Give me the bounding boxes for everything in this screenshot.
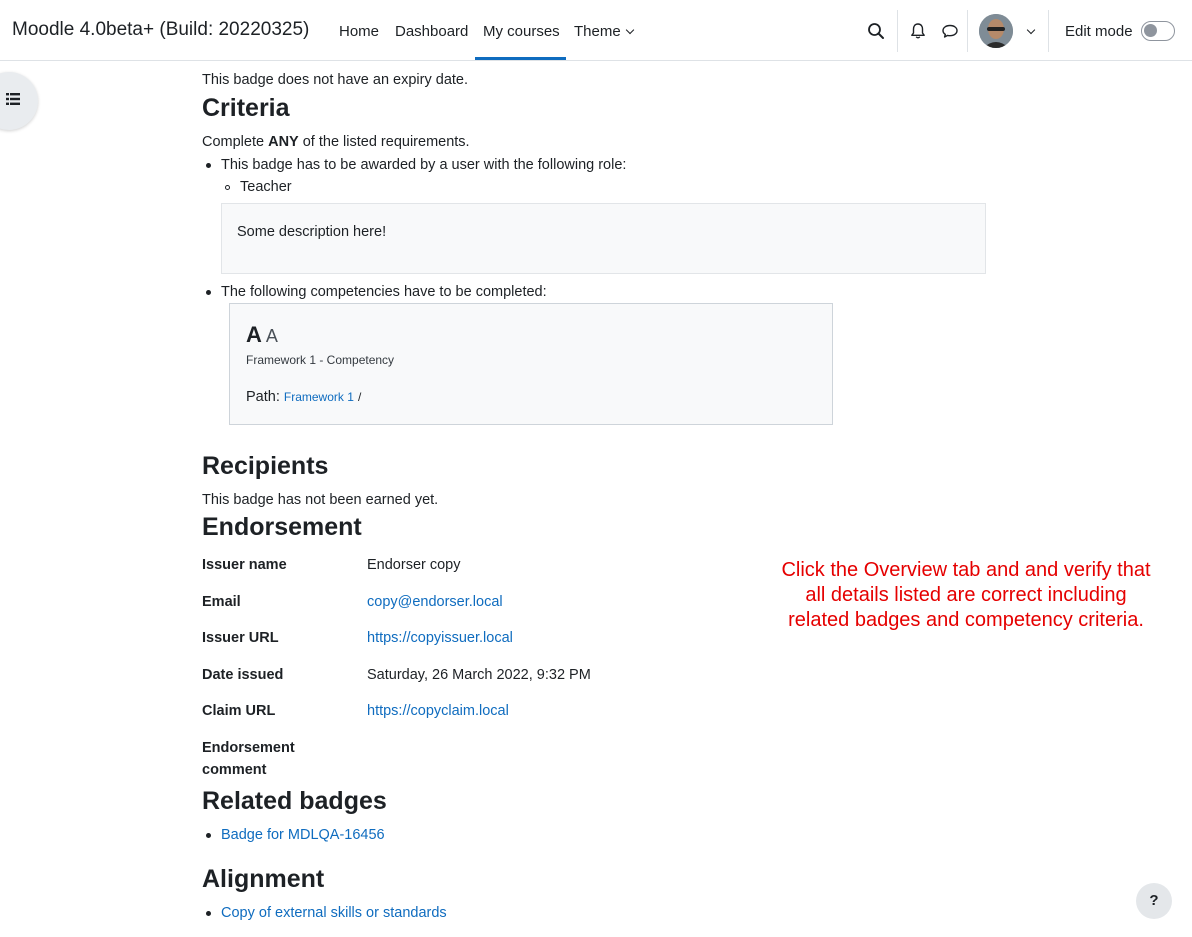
navbar-divider [967, 10, 968, 52]
nav-theme-label: Theme [574, 23, 621, 40]
nav-my-courses[interactable]: My courses [483, 23, 560, 40]
criteria-intro-suffix: of the listed requirements. [298, 134, 470, 150]
recipients-text: This badge has not been earned yet. [202, 492, 439, 508]
edit-mode-toggle[interactable] [1141, 21, 1175, 41]
edit-mode-label: Edit mode [1065, 23, 1133, 40]
annotation-line: all details listed are correct including [805, 584, 1127, 606]
list-icon [6, 93, 20, 105]
user-avatar[interactable] [979, 14, 1013, 48]
course-index-toggle-button[interactable] [0, 72, 38, 130]
endorsement-heading: Endorsement [202, 513, 362, 541]
date-issued-value: Saturday, 26 March 2022, 9:32 PM [367, 667, 591, 683]
bullet [206, 911, 211, 916]
competency-requirement: The following competencies have to be co… [221, 284, 547, 300]
bullet [206, 833, 211, 838]
claim-url-link[interactable]: https://copyclaim.local [367, 703, 509, 719]
competency-shortname: A [246, 322, 262, 347]
issuer-name-value: Endorser copy [367, 557, 461, 573]
competency-framework: Framework 1 - Competency [246, 353, 395, 367]
endorsement-comment-label-line1: Endorsement [202, 740, 295, 756]
alignment-link[interactable]: Copy of external skills or standards [221, 905, 447, 921]
navbar-divider [1048, 10, 1049, 52]
email-link[interactable]: copy@endorser.local [367, 594, 503, 610]
criteria-description: Some description here! [237, 224, 387, 240]
competency-idnumber: A [265, 326, 278, 346]
avatar-image [979, 14, 1013, 48]
test-instruction-annotation: Click the Overview tab and and verify th… [740, 558, 1192, 633]
date-issued-label: Date issued [202, 667, 284, 683]
issuer-name-label: Issuer name [202, 557, 287, 573]
bullet [206, 290, 211, 295]
criteria-description-box: Some description here! [221, 203, 986, 274]
chat-icon[interactable] [941, 22, 959, 40]
criteria-heading: Criteria [202, 94, 290, 122]
expiry-text: This badge does not have an expiry date. [202, 72, 469, 88]
competency-path: Path: Framework 1 / [246, 389, 361, 405]
criteria-intro: Complete ANY of the listed requirements. [202, 134, 470, 150]
role-teacher: Teacher [240, 179, 292, 195]
email-label: Email [202, 594, 241, 610]
navbar-divider [897, 10, 898, 52]
competency-title: A A [246, 322, 278, 348]
related-badges-heading: Related badges [202, 787, 387, 815]
site-brand[interactable]: Moodle 4.0beta+ (Build: 20220325) [12, 19, 309, 41]
nav-dashboard[interactable]: Dashboard [395, 23, 468, 40]
nav-home[interactable]: Home [339, 23, 379, 40]
nav-theme[interactable]: Theme [574, 23, 634, 40]
path-separator: / [357, 390, 362, 404]
annotation-line: Click the Overview tab and and verify th… [781, 559, 1151, 581]
help-button[interactable]: ? [1136, 883, 1172, 919]
path-framework-link[interactable]: Framework 1 [284, 390, 354, 404]
issuer-url-link[interactable]: https://copyissuer.local [367, 630, 513, 646]
toggle-knob [1144, 24, 1157, 37]
claim-url-label: Claim URL [202, 703, 276, 719]
annotation-line: related badges and competency criteria. [788, 609, 1144, 631]
sub-bullet [225, 185, 230, 190]
chevron-down-icon [625, 25, 634, 35]
search-icon[interactable] [867, 22, 885, 40]
alignment-heading: Alignment [202, 865, 325, 893]
path-label: Path: [246, 389, 280, 405]
endorsement-comment-label-line2: comment [202, 762, 267, 778]
active-nav-indicator [475, 57, 566, 60]
bullet [206, 163, 211, 168]
recipients-heading: Recipients [202, 452, 329, 480]
role-requirement: This badge has to be awarded by a user w… [221, 157, 627, 173]
related-badge-link[interactable]: Badge for MDLQA-16456 [221, 827, 385, 843]
bell-icon[interactable] [909, 22, 927, 40]
competency-card: A A Framework 1 - Competency Path: Frame… [229, 303, 833, 425]
criteria-intro-prefix: Complete [202, 134, 269, 150]
criteria-intro-any: ANY [268, 134, 299, 150]
top-navbar: Moodle 4.0beta+ (Build: 20220325) Home D… [0, 0, 1192, 61]
issuer-url-label: Issuer URL [202, 630, 279, 646]
user-menu-chevron-icon[interactable] [1026, 25, 1036, 35]
